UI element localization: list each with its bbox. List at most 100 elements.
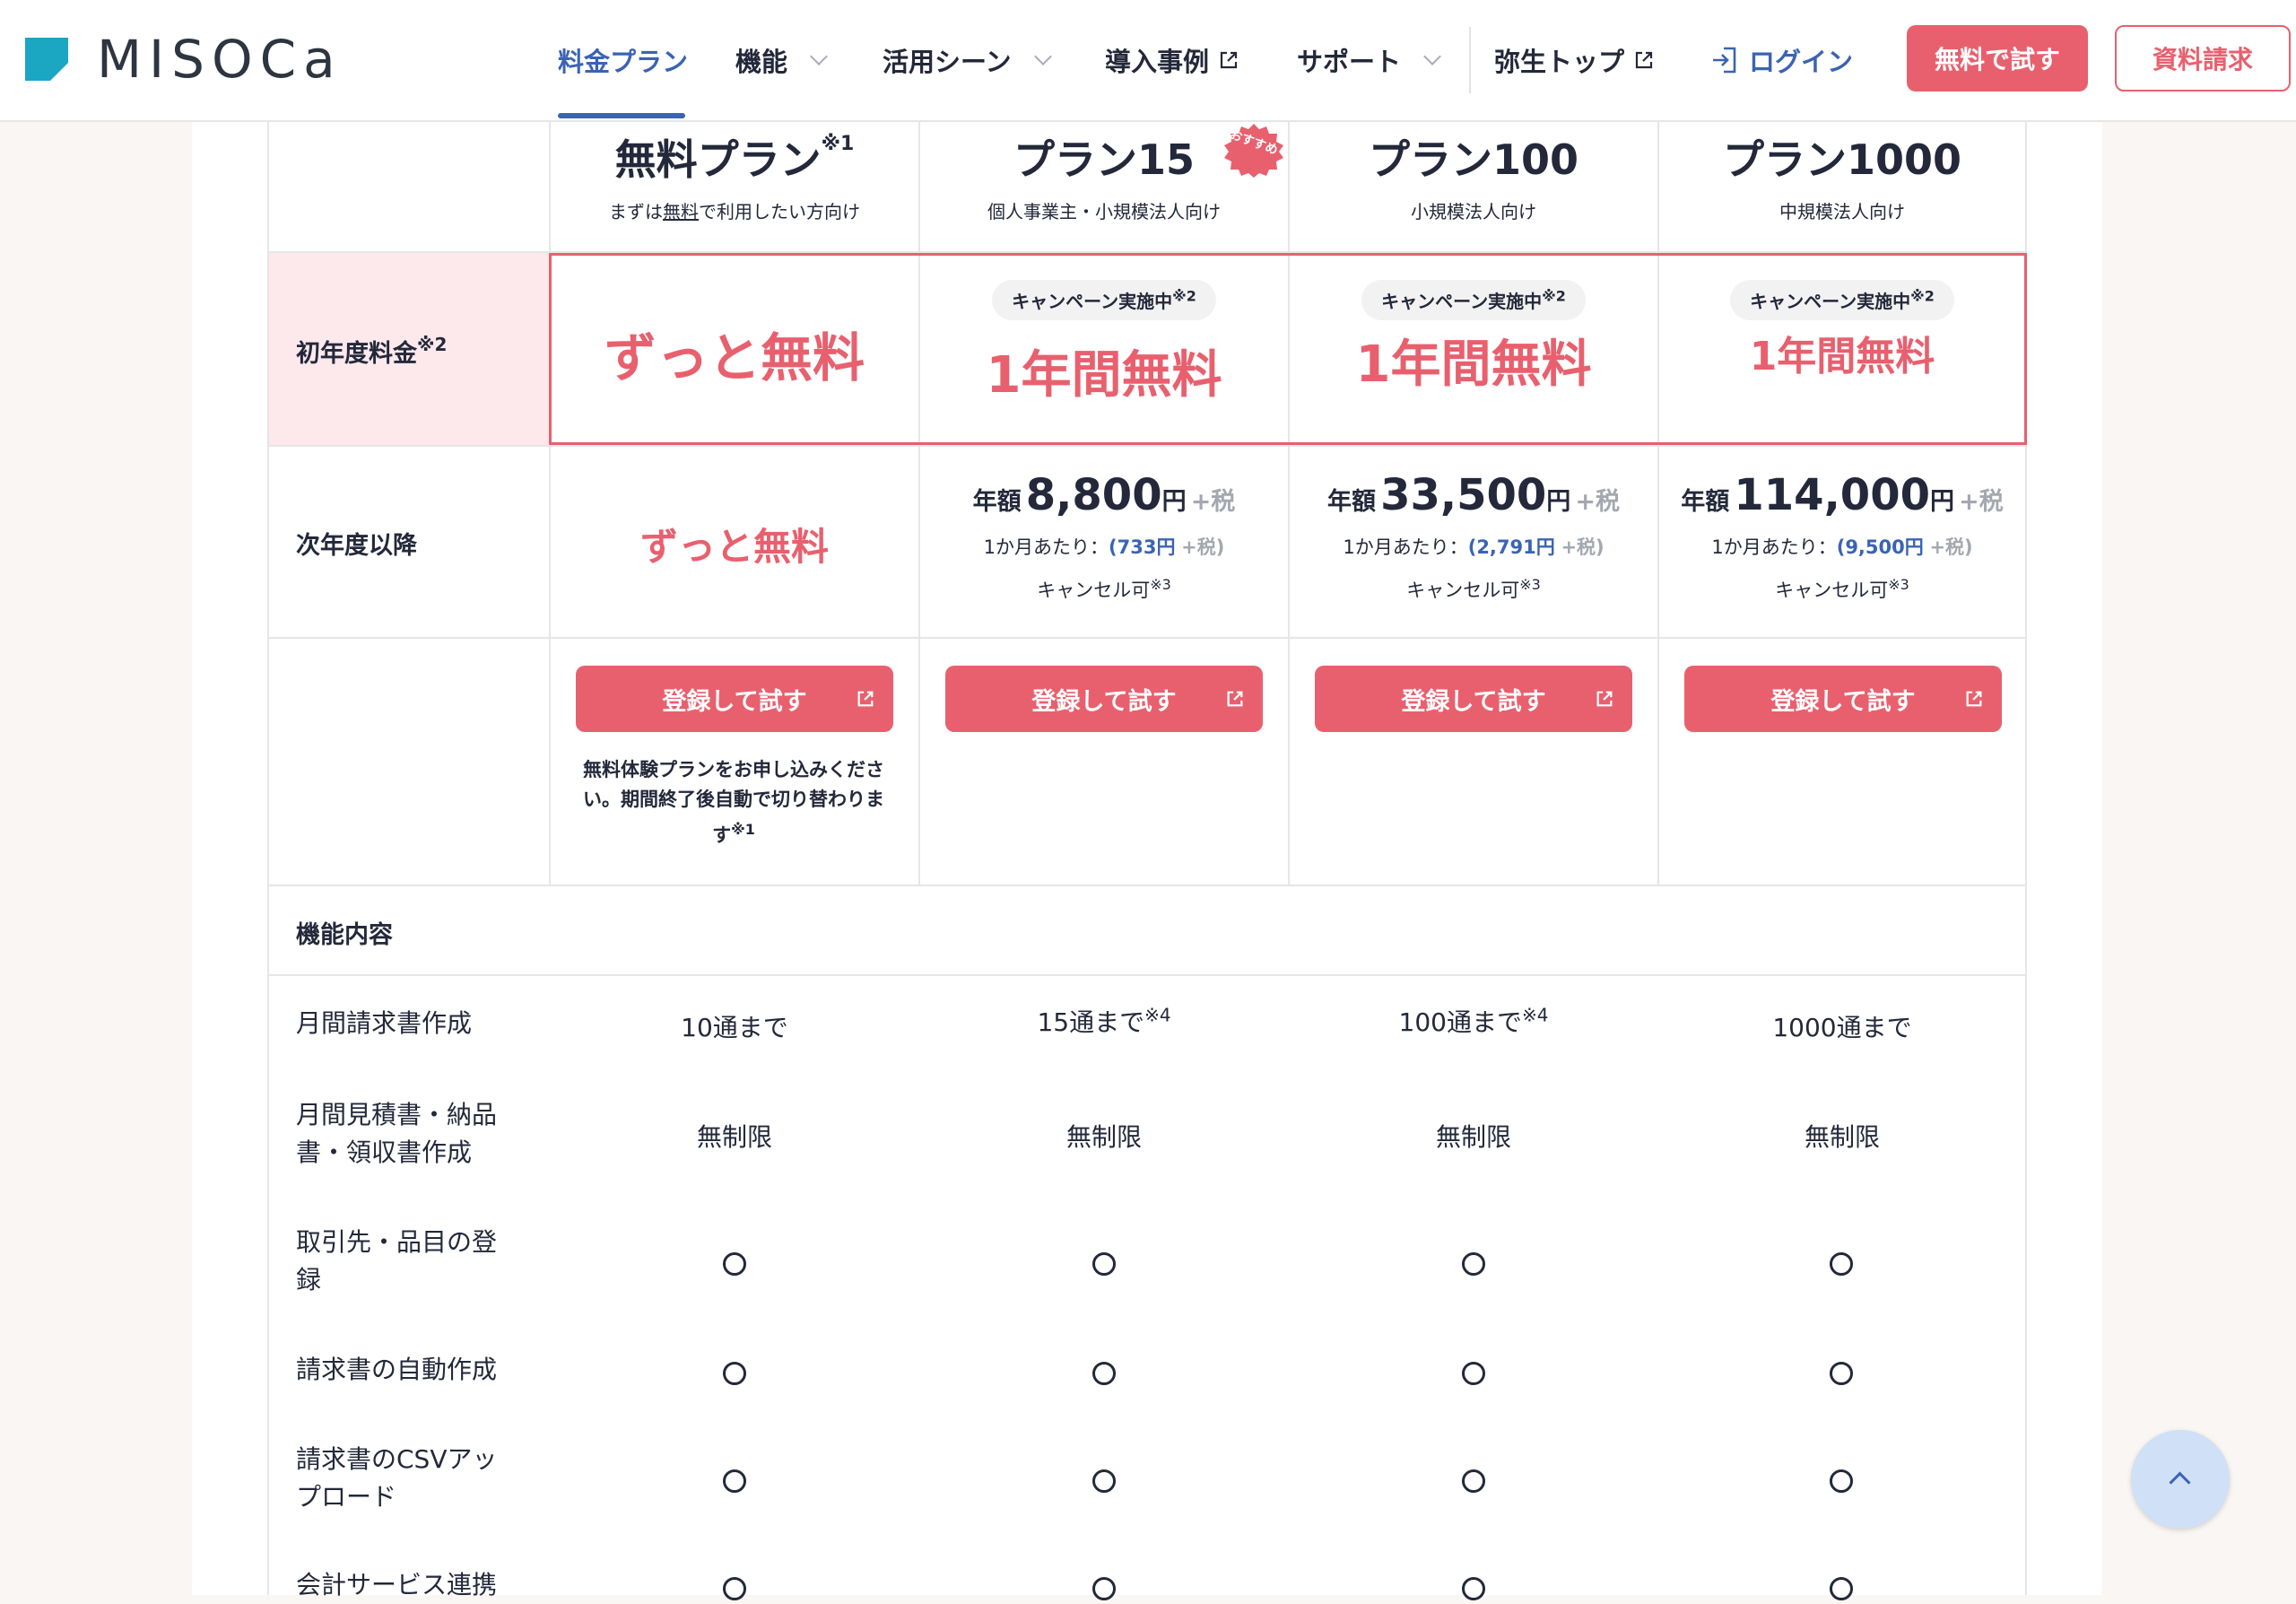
- check-circle-icon: [1830, 1362, 1853, 1385]
- register-button-label: 登録して試す: [1770, 687, 1916, 716]
- register-button-plan1000[interactable]: 登録して試す: [1684, 666, 2002, 732]
- chevron-down-icon: [1423, 48, 1441, 65]
- first-year-plan1000: キャンペーン実施中※2 1年間無料: [1657, 280, 2027, 381]
- feature-value: 10通まで: [681, 1013, 788, 1042]
- next-year-plan100: 年額 33,500円 +税 1か月あたり：(2,791円 +税) キャンセル可※…: [1288, 470, 1659, 603]
- feature-label: 請求書の自動作成: [296, 1355, 498, 1384]
- plan-subtitle: 個人事業主・小規模法人向け: [987, 201, 1221, 222]
- plan-header-100: プラン100 小規模法人向け: [1288, 127, 1659, 223]
- next-year-plan1000: 年額 114,000円 +税 1か月あたり：(9,500円 +税) キャンセル可…: [1657, 470, 2027, 603]
- register-button-label: 登録して試す: [1401, 687, 1546, 716]
- row-divider: [267, 885, 2027, 886]
- row-divider: [267, 637, 2027, 639]
- check-circle-icon: [1830, 1469, 1853, 1493]
- check-circle-icon: [1092, 1577, 1116, 1600]
- first-year-plan15: キャンペーン実施中※2 1年間無料: [918, 280, 1290, 407]
- external-link-icon: [1220, 51, 1238, 69]
- next-year-plan15: 年額 8,800円 +税 1か月あたり：(733円 +税) キャンセル可※3: [918, 470, 1290, 603]
- chevron-down-icon: [1033, 48, 1052, 65]
- nav-cases-label: 導入事例: [1105, 47, 1210, 77]
- logo-text: MISOCa: [97, 29, 343, 90]
- col-divider: [549, 120, 551, 885]
- cancel-note: キャンセル可※3: [1037, 576, 1171, 601]
- check-circle-icon: [1830, 1577, 1853, 1600]
- feature-value: 無制限: [1065, 1122, 1142, 1152]
- campaign-pill: キャンペーン実施中※2: [1361, 280, 1586, 320]
- table-border-left: [267, 120, 269, 1595]
- next-year-free: ずっと無料: [549, 517, 920, 571]
- plan-subtitle: まずは無料で利用したい方向け: [609, 201, 860, 222]
- external-link-icon: [1227, 691, 1243, 707]
- check-circle-icon: [1462, 1252, 1485, 1276]
- next-year-free-text: ずっと無料: [639, 525, 829, 569]
- check-circle-icon: [1092, 1252, 1116, 1276]
- annual-price: 年額 8,800円 +税: [972, 470, 1236, 520]
- back-to-top-button[interactable]: [2131, 1430, 2230, 1529]
- plan-header-free: 無料プラン※1 まずは無料で利用したい方向け: [549, 127, 920, 223]
- cancel-note: キャンセル可※3: [1775, 576, 1909, 601]
- login-icon: [1713, 47, 1736, 74]
- check-circle-icon: [1462, 1577, 1485, 1600]
- plan-subtitle: 中規模法人向け: [1779, 201, 1905, 222]
- free-trial-button[interactable]: 無料で試す: [1907, 25, 2088, 92]
- nav-login[interactable]: ログイン: [1709, 41, 1853, 79]
- external-link-icon: [1635, 51, 1653, 69]
- external-link-icon: [1966, 691, 1982, 707]
- nav-features[interactable]: 機能: [735, 41, 828, 79]
- feature-label: 会計サービス連携: [296, 1570, 498, 1600]
- nav-scenes[interactable]: 活用シーン: [883, 41, 1052, 79]
- check-circle-icon: [1830, 1252, 1853, 1276]
- plan-name: プラン100: [1368, 135, 1579, 184]
- feature-value: 無制限: [1435, 1122, 1511, 1152]
- year-free-text: 1年間無料: [1749, 334, 1935, 379]
- check-circle-icon: [723, 1252, 746, 1276]
- register-button-label: 登録して試す: [662, 687, 807, 716]
- first-year-free: ずっと無料: [549, 316, 920, 391]
- check-circle-icon: [1462, 1469, 1485, 1493]
- year-free-text: 1年間無料: [1355, 336, 1592, 394]
- year-free-text: 1年間無料: [986, 346, 1222, 405]
- check-circle-icon: [723, 1362, 746, 1385]
- nav-cases[interactable]: 導入事例: [1105, 41, 1239, 79]
- nav-scenes-label: 活用シーン: [883, 47, 1012, 77]
- cancel-note: キャンセル可※3: [1406, 576, 1541, 601]
- annual-price: 年額 114,000円 +税: [1681, 470, 2004, 520]
- first-year-plan100: キャンペーン実施中※2 1年間無料: [1288, 280, 1659, 397]
- nav-support-label: サポート: [1297, 47, 1402, 77]
- monthly-price: 1か月あたり：(2,791円 +税): [1343, 536, 1605, 558]
- campaign-pill: キャンペーン実施中※2: [1730, 280, 1954, 320]
- feature-label: 月間請求書作成: [296, 1008, 473, 1038]
- register-button-free[interactable]: 登録して試す: [576, 666, 893, 732]
- nav-yayoi[interactable]: 弥生トップ: [1494, 41, 1655, 79]
- feature-value: 1000通まで: [1772, 1013, 1912, 1042]
- plan-name: プラン1000: [1722, 135, 1962, 184]
- feature-label: 請求書のCSVアップロード: [296, 1444, 498, 1512]
- monthly-price: 1か月あたり：(733円 +税): [983, 536, 1225, 558]
- feature-value: 無制限: [1804, 1122, 1880, 1152]
- feature-label: 月間見積書・納品書・領収書作成: [296, 1100, 498, 1167]
- feature-value: 無制限: [696, 1122, 772, 1152]
- nav-login-label: ログイン: [1749, 47, 1854, 77]
- logo[interactable]: MISOCa: [25, 29, 343, 90]
- register-button-plan100[interactable]: 登録して試す: [1315, 666, 1632, 732]
- features-header: 機能内容: [296, 921, 393, 949]
- check-circle-icon: [1092, 1362, 1116, 1385]
- request-docs-button[interactable]: 資料請求: [2115, 25, 2291, 92]
- register-button-plan15[interactable]: 登録して試す: [945, 666, 1263, 732]
- nav-support[interactable]: サポート: [1297, 41, 1441, 79]
- plan-name: 無料プラン※1: [614, 133, 855, 184]
- plan-subtitle: 小規模法人向け: [1411, 201, 1536, 222]
- external-link-icon: [1596, 691, 1613, 707]
- external-link-icon: [857, 691, 874, 707]
- row-divider: [267, 445, 2027, 447]
- feature-value: 100通まで※4: [1398, 1004, 1549, 1037]
- check-circle-icon: [723, 1577, 746, 1600]
- nav-features-label: 機能: [735, 47, 788, 77]
- free-plan-note: 無料体験プランをお申し込みください。期間終了後自動で切り替わります※1: [583, 759, 884, 846]
- annual-price: 年額 33,500円 +税: [1326, 470, 1621, 520]
- chevron-up-icon: [2169, 1471, 2191, 1494]
- row-divider: [267, 974, 2027, 976]
- nav-divider: [1469, 27, 1471, 93]
- nav-pricing[interactable]: 料金プラン: [558, 41, 688, 79]
- first-year-label: 初年度料金※2: [296, 334, 448, 368]
